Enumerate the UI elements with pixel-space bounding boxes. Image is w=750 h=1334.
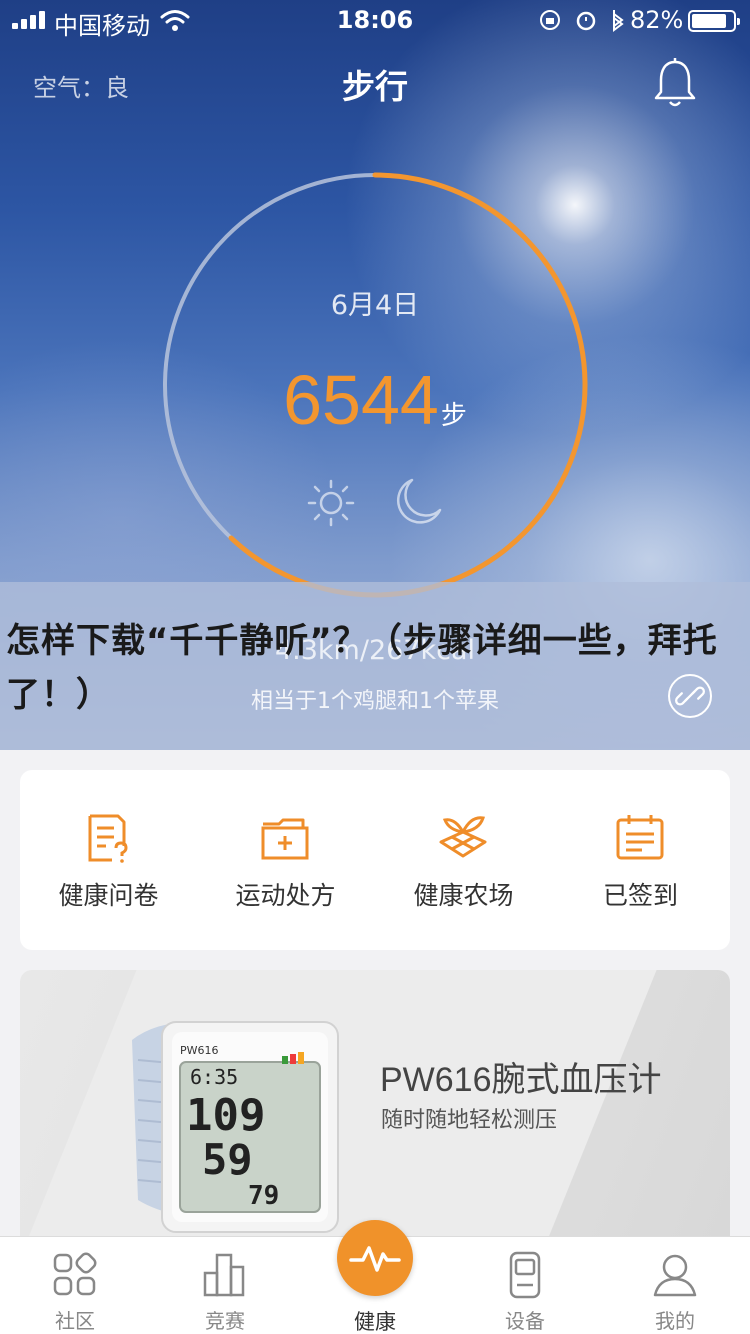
quick-item-prescription[interactable]: 运动处方 [197, 770, 374, 950]
step-count-unit: 步 [440, 401, 467, 431]
quick-item-label: 运动处方 [235, 881, 336, 910]
prescription-folder-icon [261, 818, 309, 860]
alarm-icon [576, 11, 596, 31]
rotation-lock-icon [540, 10, 560, 30]
sun-icon[interactable] [306, 478, 356, 528]
quick-item-checkin[interactable]: 已签到 [552, 770, 729, 950]
product-name: PW616腕式血压计 [380, 1061, 662, 1099]
tab-profile[interactable]: 我的 [600, 1237, 750, 1334]
device-pulse: 79 [248, 1181, 279, 1211]
status-icons [540, 10, 624, 32]
step-count: 6544步 [0, 360, 750, 440]
bell-icon[interactable] [652, 58, 698, 110]
device-diastolic: 59 [202, 1135, 253, 1184]
calendar-checkin-icon [616, 815, 664, 860]
device-icon [509, 1251, 541, 1299]
status-bar: 中国移动 18:06 82% [0, 0, 750, 40]
page-title: 步行 [342, 67, 408, 106]
farm-gift-icon [439, 816, 487, 858]
blood-pressure-monitor-image: PW616 6:35 109 59 79 [132, 1021, 339, 1233]
tab-label: 社区 [55, 1309, 95, 1333]
ring-date: 6月4日 [330, 290, 420, 321]
tab-label: 设备 [505, 1309, 545, 1333]
tab-label: 健康 [354, 1310, 396, 1334]
tab-label: 竞赛 [205, 1309, 245, 1333]
quick-menu-card: 健康问卷 运动处方 健康农场 已签到 [20, 770, 730, 950]
quick-item-farm[interactable]: 健康农场 [375, 770, 552, 950]
banner-stripe [20, 970, 661, 1240]
quick-item-questionnaire[interactable]: 健康问卷 [20, 770, 197, 950]
device-model: PW616 [180, 1044, 219, 1057]
tab-health[interactable] [337, 1220, 413, 1296]
battery-percent: 82% [630, 6, 684, 34]
product-banner[interactable]: PW616 6:35 109 59 79 PW616腕式血压计 随时随地轻松测压 [20, 970, 730, 1240]
overlay-question-text: 怎样下载“千千静听”？（步骤详细一些，拜托了！） [6, 621, 718, 715]
tab-community[interactable]: 社区 [0, 1237, 150, 1334]
step-count-value: 6544 [283, 361, 439, 439]
health-pulse-icon [349, 1246, 401, 1272]
competition-icon [203, 1253, 245, 1297]
quick-item-label: 健康农场 [413, 881, 514, 910]
product-description: 随时随地轻松测压 [381, 1108, 558, 1133]
tab-label: 我的 [655, 1309, 695, 1333]
bluetooth-icon [613, 10, 624, 32]
quick-item-label: 已签到 [602, 881, 678, 910]
battery-icon [688, 10, 740, 32]
community-icon [53, 1252, 97, 1296]
device-time: 6:35 [190, 1065, 238, 1089]
questionnaire-icon [88, 814, 128, 863]
tab-competition[interactable]: 竞赛 [150, 1237, 300, 1334]
moon-icon[interactable] [392, 474, 446, 528]
tab-device[interactable]: 设备 [450, 1237, 600, 1334]
quick-item-label: 健康问卷 [58, 881, 159, 910]
profile-icon [653, 1254, 697, 1297]
device-systolic: 109 [186, 1090, 265, 1141]
